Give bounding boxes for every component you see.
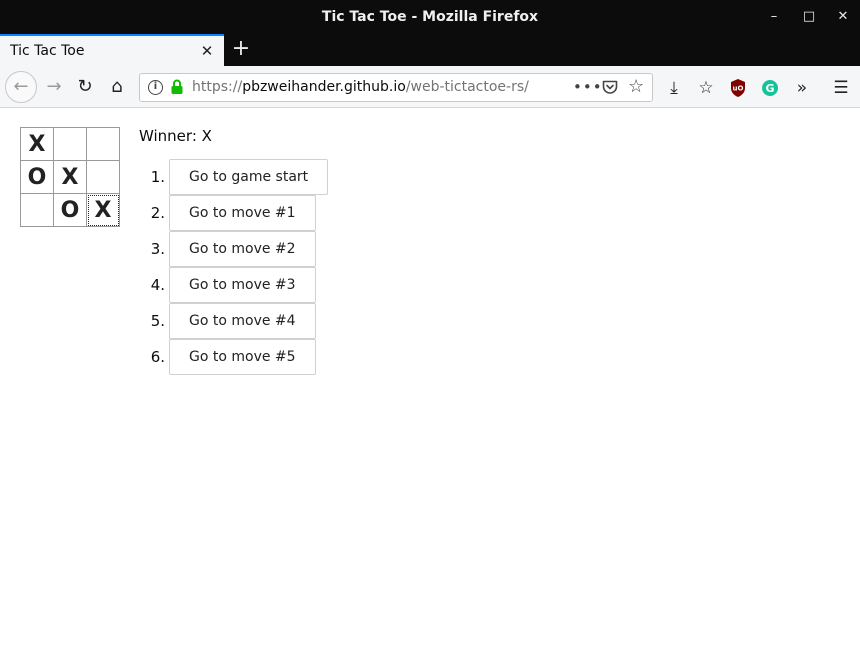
svg-text:uO: uO <box>733 85 744 93</box>
grammarly-icon[interactable]: G <box>758 76 782 100</box>
window-titlebar: Tic Tac Toe - Mozilla Firefox – □ ✕ <box>0 0 860 34</box>
game-status: Winner: X <box>139 127 212 145</box>
square[interactable] <box>54 128 87 161</box>
page-actions-icon[interactable]: ••• <box>573 74 603 101</box>
move-number: 6. <box>150 348 165 366</box>
square[interactable]: X <box>54 161 87 194</box>
library-icon[interactable]: ☆ <box>694 76 718 100</box>
tab-label: Tic Tac Toe <box>10 43 85 59</box>
square[interactable] <box>21 194 54 227</box>
list-item: 6. Go to move #5 <box>139 339 339 375</box>
hamburger-menu-icon[interactable]: ☰ <box>829 76 853 100</box>
reload-icon[interactable]: ↻ <box>71 73 99 101</box>
pocket-icon[interactable] <box>602 80 618 95</box>
list-item: 2. Go to move #1 <box>139 195 339 231</box>
window-title: Tic Tac Toe - Mozilla Firefox <box>321 9 539 25</box>
game-board: X O X O X <box>20 127 120 227</box>
url-path: /web-tictactoe-rs/ <box>405 79 529 95</box>
go-to-move-button[interactable]: Go to move #2 <box>169 231 316 267</box>
tab-close-icon[interactable]: ✕ <box>198 36 216 66</box>
minimize-icon[interactable]: – <box>757 0 791 34</box>
tab-tic-tac-toe[interactable]: Tic Tac Toe ✕ <box>0 34 224 66</box>
site-info-icon[interactable]: i <box>148 80 163 95</box>
url-scheme: https:// <box>192 79 243 95</box>
back-icon[interactable]: ← <box>5 71 37 103</box>
list-item: 5. Go to move #4 <box>139 303 339 339</box>
home-icon[interactable]: ⌂ <box>103 73 131 101</box>
move-number: 2. <box>150 204 165 222</box>
go-to-move-button[interactable]: Go to move #4 <box>169 303 316 339</box>
square[interactable]: X <box>21 128 54 161</box>
move-number: 4. <box>150 276 165 294</box>
url-text[interactable]: https://pbzweihander.github.io/web-ticta… <box>192 74 529 101</box>
lock-icon[interactable] <box>170 79 184 95</box>
bookmark-star-icon[interactable]: ☆ <box>628 76 644 98</box>
square[interactable]: O <box>54 194 87 227</box>
go-to-move-button[interactable]: Go to move #1 <box>169 195 316 231</box>
forward-icon[interactable]: → <box>40 73 68 101</box>
go-to-move-button[interactable]: Go to move #3 <box>169 267 316 303</box>
go-to-move-button[interactable]: Go to move #5 <box>169 339 316 375</box>
list-item: 4. Go to move #3 <box>139 267 339 303</box>
square[interactable] <box>87 128 120 161</box>
list-item: 1. Go to game start <box>139 159 339 195</box>
url-domain: pbzweihander.github.io <box>242 79 406 95</box>
move-number: 5. <box>150 312 165 330</box>
svg-text:G: G <box>765 82 774 95</box>
tab-strip: Tic Tac Toe ✕ + <box>0 34 860 66</box>
maximize-icon[interactable]: □ <box>792 0 826 34</box>
square[interactable] <box>87 161 120 194</box>
square[interactable]: X <box>87 194 120 227</box>
overflow-menu-icon[interactable]: » <box>790 76 814 100</box>
move-number: 1. <box>150 168 165 186</box>
new-tab-icon[interactable]: + <box>228 34 254 66</box>
url-bar[interactable]: i https://pbzweihander.github.io/web-tic… <box>139 73 653 102</box>
close-window-icon[interactable]: ✕ <box>826 0 860 34</box>
download-icon[interactable]: ⤓ <box>662 76 686 100</box>
go-to-move-button[interactable]: Go to game start <box>169 159 329 195</box>
square[interactable]: O <box>21 161 54 194</box>
ublock-origin-icon[interactable]: uO <box>726 76 750 100</box>
list-item: 3. Go to move #2 <box>139 231 339 267</box>
move-number: 3. <box>150 240 165 258</box>
